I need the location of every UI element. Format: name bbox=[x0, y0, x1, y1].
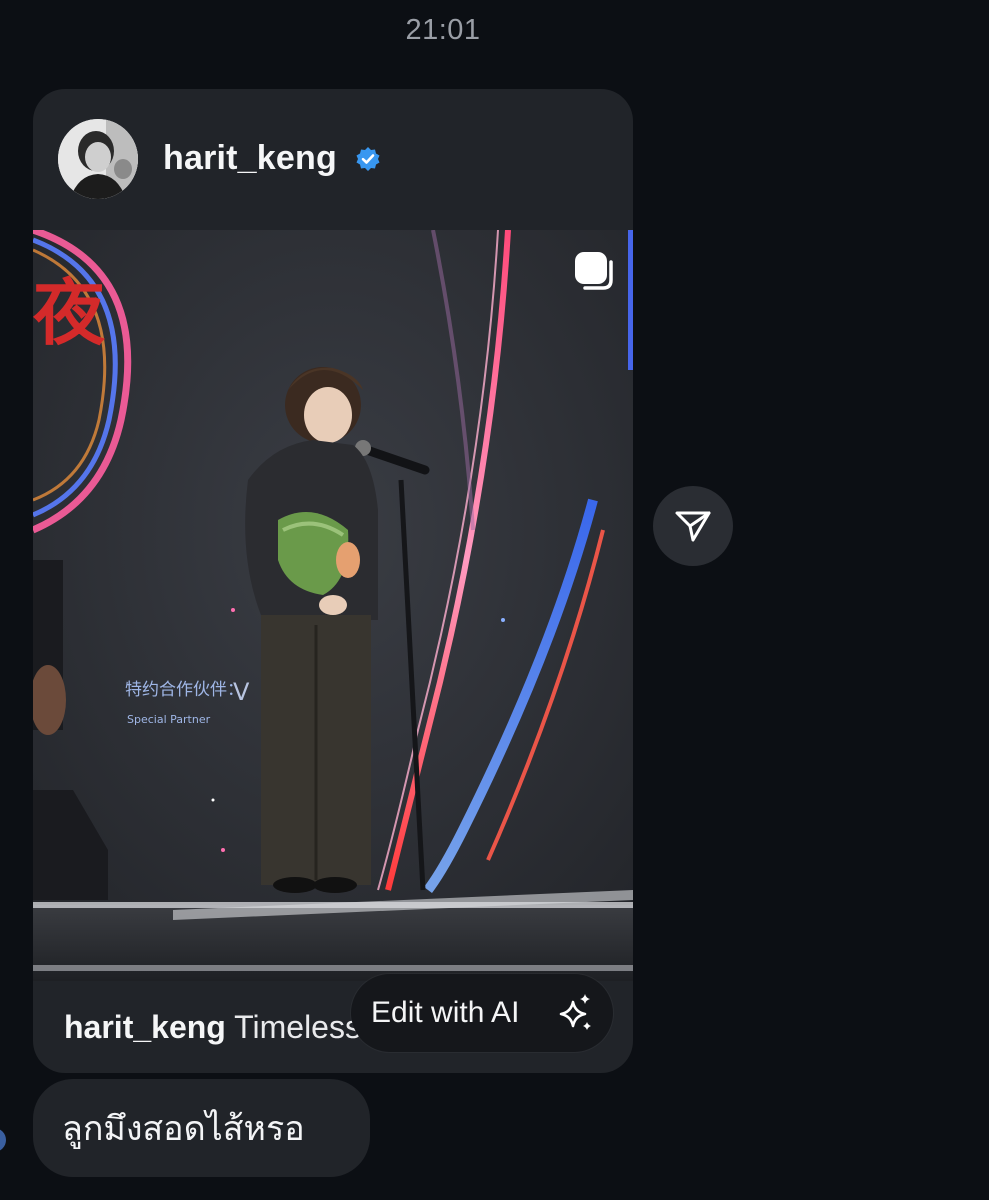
verified-badge-icon bbox=[356, 147, 380, 171]
send-icon bbox=[675, 511, 711, 542]
stage-big-char: 夜 bbox=[33, 271, 106, 355]
stage-photo: 夜 特约合作伙伴： Special Partner V bbox=[33, 230, 633, 981]
message-text: ลูกมึงสอดไส้หรอ bbox=[62, 1110, 305, 1148]
share-button[interactable] bbox=[653, 486, 733, 566]
message-timestamp: 21:01 bbox=[405, 14, 481, 46]
message-bubble[interactable]: ลูกมึงสอดไส้หรอ bbox=[33, 1079, 370, 1177]
edit-with-ai-label: Edit with AI bbox=[371, 996, 520, 1029]
edit-with-ai-button[interactable]: Edit with AI bbox=[351, 974, 613, 1052]
carousel-icon bbox=[575, 252, 613, 290]
shared-post-card[interactable]: harit_keng 夜 特约合作伙伴： Special Partner V h… bbox=[33, 89, 633, 1073]
svg-text:V: V bbox=[233, 678, 250, 706]
stage-sign-english: Special Partner bbox=[127, 713, 211, 726]
sparkle-icon bbox=[559, 994, 591, 1030]
stage-sign-chinese: 特约合作伙伴： bbox=[125, 680, 244, 700]
post-username[interactable]: harit_keng bbox=[163, 139, 337, 178]
post-media[interactable]: 夜 特约合作伙伴： Special Partner V bbox=[33, 230, 633, 981]
sender-avatar[interactable] bbox=[0, 1128, 6, 1152]
caption-username[interactable]: harit_keng bbox=[64, 1009, 226, 1045]
avatar[interactable] bbox=[58, 119, 138, 199]
post-header[interactable]: harit_keng bbox=[33, 89, 633, 230]
